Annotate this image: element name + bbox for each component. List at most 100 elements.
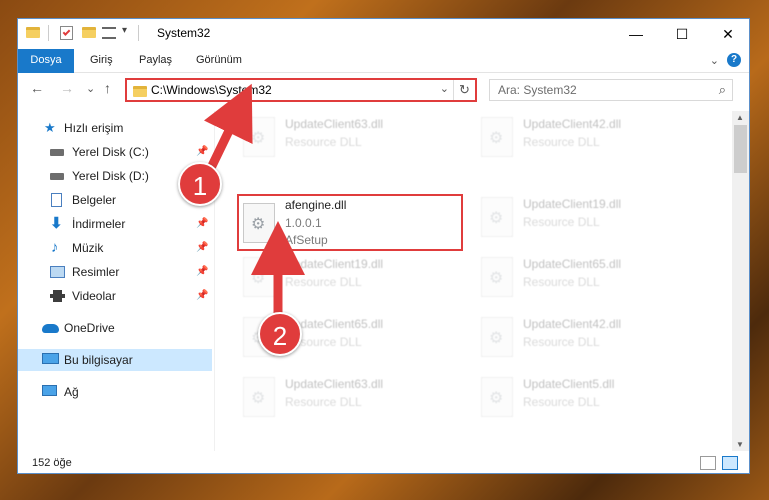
up-button[interactable]: ↑ xyxy=(104,80,111,96)
sidebar-item-label: Bu bilgisayar xyxy=(64,353,133,367)
file-item[interactable]: UpdateClient63.dll Resource DLL xyxy=(237,113,467,161)
vertical-scrollbar[interactable]: ▲ ▼ xyxy=(732,111,749,451)
new-folder-icon[interactable] xyxy=(82,27,96,38)
scroll-down-icon[interactable]: ▼ xyxy=(736,440,744,449)
back-button[interactable]: ← xyxy=(30,80,44,96)
search-box[interactable]: Ara: System32 ⌕ xyxy=(489,79,733,101)
file-name: UpdateClient19.dll xyxy=(523,197,622,211)
details-view-icon[interactable] xyxy=(700,456,716,470)
navigation-bar: ← → ⌄ ↑ C:\Windows\System32 ⌄ ↻ Ara: Sys… xyxy=(18,74,749,106)
refresh-button[interactable]: ↻ xyxy=(453,80,475,100)
tab-file[interactable]: Dosya xyxy=(18,49,74,73)
dll-file-icon xyxy=(481,317,513,357)
file-name: UpdateClient5.dll xyxy=(523,377,615,391)
file-type: Resource DLL xyxy=(523,335,600,349)
sidebar-item-onedrive[interactable]: OneDrive xyxy=(18,317,212,339)
pin-icon[interactable]: 📌 xyxy=(196,261,208,283)
sidebar-item-quick-access[interactable]: ★ Hızlı erişim xyxy=(18,117,212,139)
file-item[interactable]: UpdateClient63.dll Resource DLL xyxy=(237,373,467,421)
drive-icon xyxy=(50,173,64,180)
recent-locations-button[interactable]: ⌄ xyxy=(86,82,95,95)
sidebar-item-label: Hızlı erişim xyxy=(64,121,124,135)
address-path[interactable]: C:\Windows\System32 xyxy=(151,83,272,97)
minimize-button[interactable]: — xyxy=(613,19,659,49)
maximize-button[interactable]: ☐ xyxy=(659,19,705,49)
music-icon: ♪ xyxy=(51,239,59,256)
sidebar-item-music[interactable]: ♪ Müzik 📌 xyxy=(18,237,212,259)
search-icon: ⌕ xyxy=(718,82,726,97)
sidebar-item-label: Videolar xyxy=(72,289,116,303)
tab-home[interactable]: Giriş xyxy=(90,49,113,73)
dll-file-icon xyxy=(481,117,513,157)
customize-quick-access-icon[interactable] xyxy=(102,27,116,39)
search-input[interactable]: Ara: System32 xyxy=(498,83,577,97)
file-name: UpdateClient63.dll xyxy=(285,117,384,131)
scroll-up-icon[interactable]: ▲ xyxy=(736,113,744,122)
sidebar-item-videos[interactable]: Videolar 📌 xyxy=(18,285,212,307)
address-bar[interactable]: C:\Windows\System32 ⌄ ↻ xyxy=(125,78,477,102)
sidebar-item-label: Resimler xyxy=(72,265,120,279)
explorer-window: ▾ System32 — ☐ ✕ Dosya Giriş Paylaş Görü… xyxy=(17,18,750,474)
dll-file-icon xyxy=(243,377,275,417)
dll-file-icon xyxy=(481,377,513,417)
navigation-pane: ★ Hızlı erişim Yerel Disk (C:) 📌 Yerel D… xyxy=(18,111,212,451)
dll-file-icon xyxy=(243,117,275,157)
document-icon xyxy=(51,193,62,207)
pin-icon[interactable]: 📌 xyxy=(196,213,208,235)
close-button[interactable]: ✕ xyxy=(705,19,751,49)
file-item[interactable]: UpdateClient42.dll Resource DLL xyxy=(475,113,705,161)
ribbon-expand-icon[interactable]: ⌄ xyxy=(710,54,719,67)
dll-file-icon xyxy=(481,257,513,297)
sidebar-item-pictures[interactable]: Resimler 📌 xyxy=(18,261,212,283)
file-type: Resource DLL xyxy=(523,135,600,149)
file-type: Resource DLL xyxy=(523,215,600,229)
file-item[interactable]: UpdateClient65.dll Resource DLL xyxy=(475,253,705,301)
pin-icon[interactable]: 📌 xyxy=(196,141,208,163)
step-2-badge: 2 xyxy=(258,312,302,356)
file-list: UpdateClient63.dll Resource DLL afengine… xyxy=(215,111,729,451)
file-item[interactable]: UpdateClient19.dll Resource DLL xyxy=(475,193,705,241)
folder-icon xyxy=(133,86,147,97)
help-icon[interactable]: ? xyxy=(727,53,741,67)
file-item[interactable]: UpdateClient19.dll Resource DLL xyxy=(237,253,467,301)
computer-icon xyxy=(42,353,59,364)
quick-access-dropdown-icon[interactable]: ▾ xyxy=(122,25,127,36)
file-type: Resource DLL xyxy=(523,275,600,289)
status-bar: 152 öğe xyxy=(18,453,749,475)
sidebar-item-this-pc[interactable]: Bu bilgisayar xyxy=(18,349,212,371)
forward-button[interactable]: → xyxy=(60,80,74,96)
dll-file-icon xyxy=(481,197,513,237)
file-item[interactable]: UpdateClient42.dll Resource DLL xyxy=(475,313,705,361)
sidebar-item-local-disk-c[interactable]: Yerel Disk (C:) 📌 xyxy=(18,141,212,163)
separator xyxy=(138,25,139,41)
pin-icon[interactable]: 📌 xyxy=(196,237,208,259)
sidebar-item-label: Belgeler xyxy=(72,193,117,207)
file-item[interactable]: UpdateClient5.dll Resource DLL xyxy=(475,373,705,421)
pin-icon[interactable]: 📌 xyxy=(196,285,208,307)
file-name: UpdateClient19.dll xyxy=(285,257,384,271)
star-icon: ★ xyxy=(44,120,56,135)
sidebar-item-network[interactable]: Ağ xyxy=(18,381,212,403)
file-type: Resource DLL xyxy=(285,135,362,149)
tab-share[interactable]: Paylaş xyxy=(139,49,172,73)
download-icon: ⬇ xyxy=(50,215,63,232)
large-icons-view-icon[interactable] xyxy=(722,456,738,470)
network-icon xyxy=(42,385,57,396)
folder-icon xyxy=(26,27,40,38)
sidebar-item-label: Ağ xyxy=(64,385,79,399)
file-name: UpdateClient42.dll xyxy=(523,317,622,331)
file-type: Resource DLL xyxy=(523,395,600,409)
file-name: UpdateClient63.dll xyxy=(285,377,384,391)
properties-icon[interactable] xyxy=(60,26,73,40)
sidebar-item-label: OneDrive xyxy=(64,321,115,335)
sidebar-item-label: Müzik xyxy=(72,241,104,255)
dll-file-icon xyxy=(243,257,275,297)
video-icon xyxy=(50,290,65,302)
sidebar-item-label: İndirmeler xyxy=(72,217,126,231)
tab-view[interactable]: Görünüm xyxy=(196,49,242,73)
sidebar-item-downloads[interactable]: ⬇ İndirmeler 📌 xyxy=(18,213,212,235)
address-dropdown-icon[interactable]: ⌄ xyxy=(440,82,449,95)
step-1-badge: 1 xyxy=(178,162,222,206)
scroll-thumb[interactable] xyxy=(734,125,747,173)
cloud-icon xyxy=(42,324,59,333)
